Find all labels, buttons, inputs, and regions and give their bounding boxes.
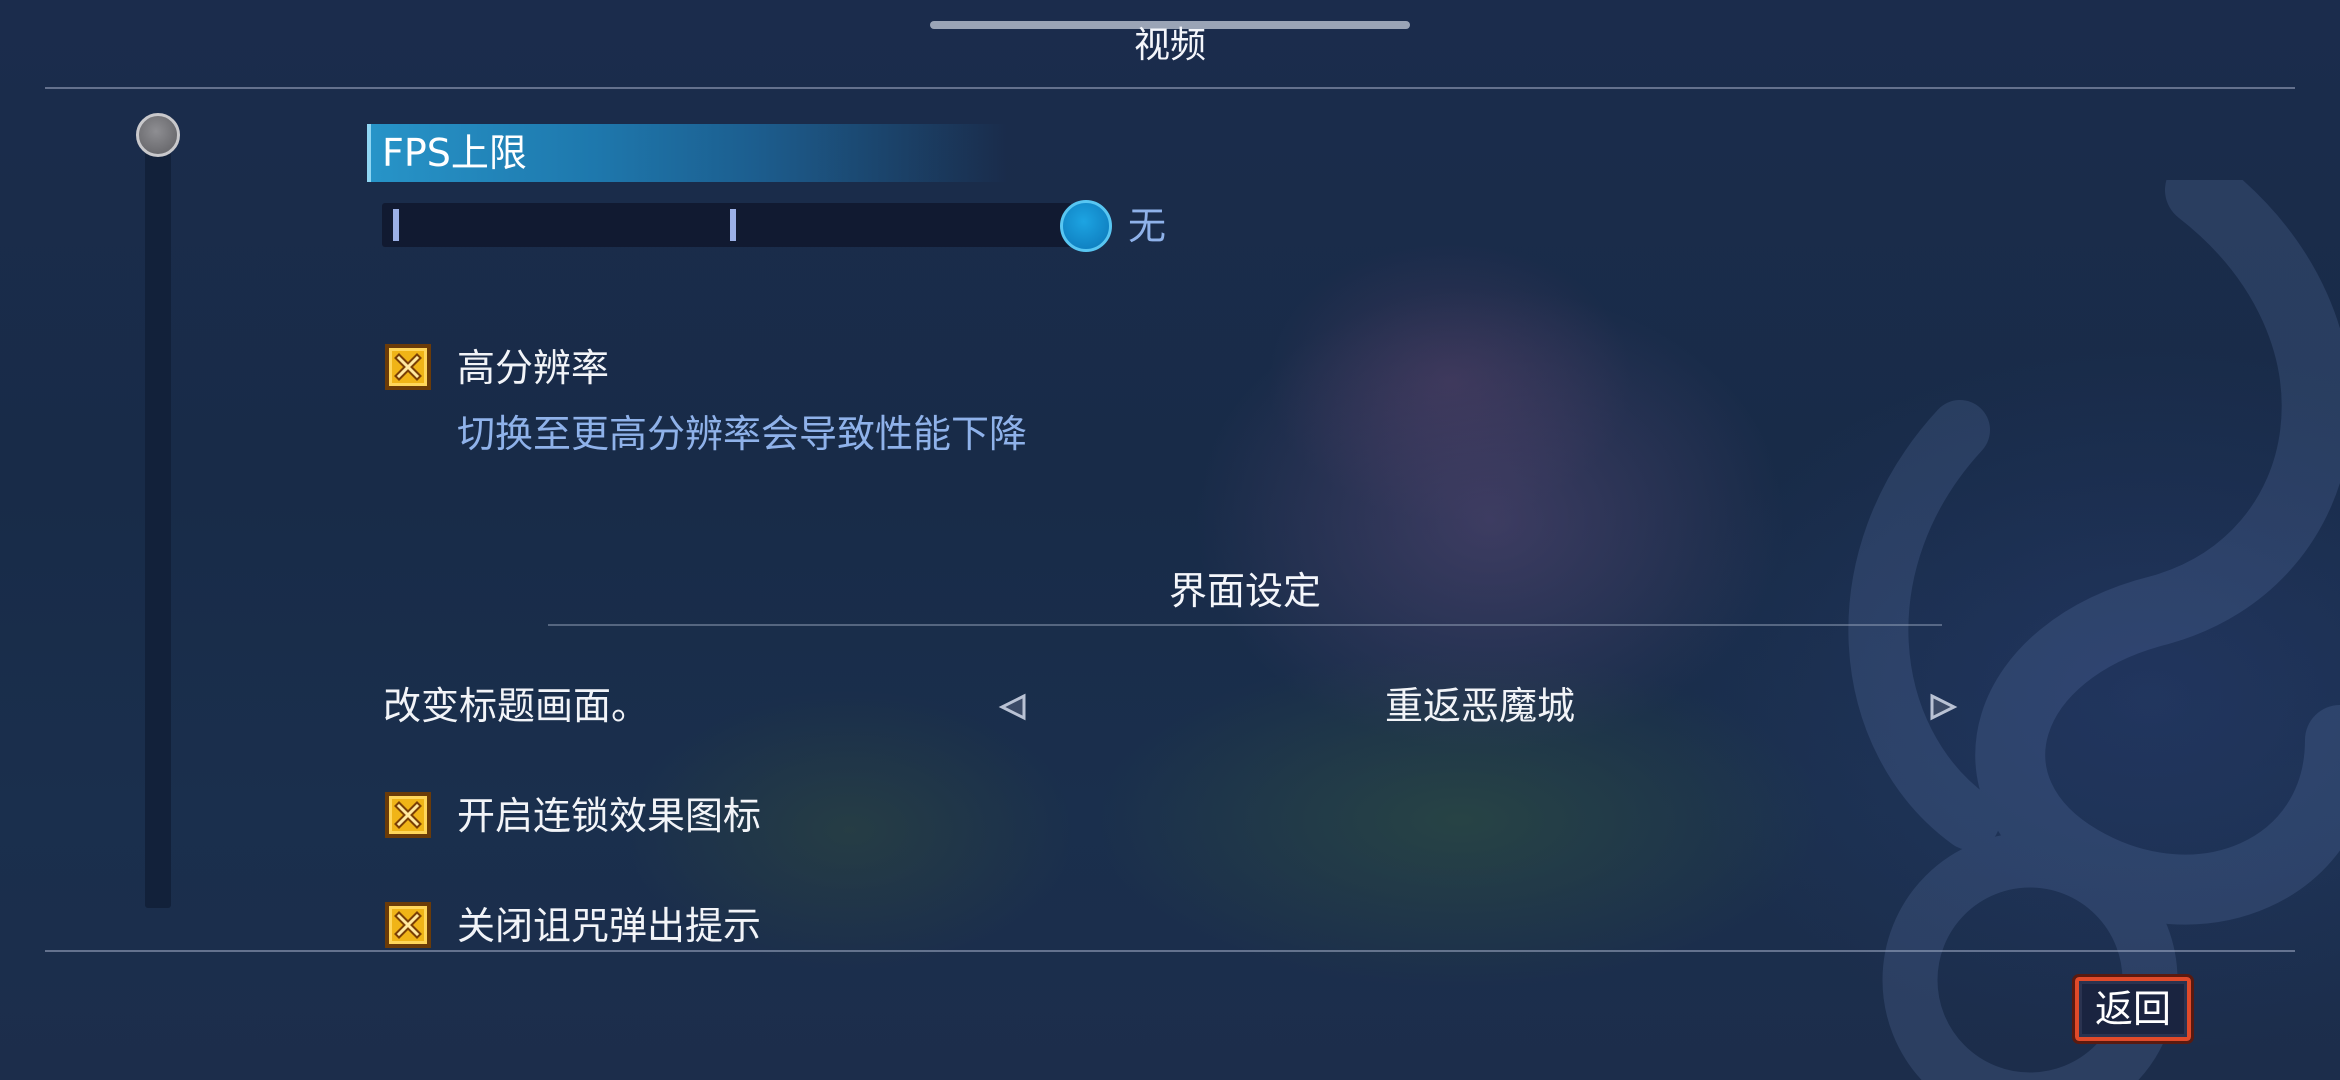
- header-divider: [45, 87, 2295, 89]
- background-swirl-decoration: [1848, 180, 2340, 1080]
- synergy-icons-label: 开启连锁效果图标: [457, 794, 762, 838]
- fps-limit-value: 无: [1128, 204, 1167, 248]
- high-resolution-label: 高分辨率: [457, 346, 610, 390]
- section-divider: [548, 624, 1942, 626]
- slider-tick-mark: [730, 209, 736, 241]
- curse-popup-label: 关闭诅咒弹出提示: [457, 904, 762, 948]
- fps-limit-slider-knob[interactable]: [1060, 200, 1112, 252]
- high-resolution-checkbox[interactable]: [385, 344, 431, 390]
- title-screen-label: 改变标题画面。: [383, 684, 650, 728]
- scrollbar-thumb[interactable]: [136, 113, 180, 157]
- page-title: 视频: [1133, 25, 1206, 66]
- fps-limit-slider[interactable]: [382, 203, 1072, 247]
- back-button[interactable]: 返回: [2072, 974, 2194, 1044]
- slider-tick-mark: [393, 209, 399, 241]
- title-screen-value: 重返恶魔城: [1384, 684, 1575, 728]
- video-settings-screen: 视频 FPS上限 无 高分辨率 切换至更高分辨率会导致性能下降 界面设定 改变标…: [0, 0, 2340, 1080]
- check-x-icon: [394, 801, 422, 829]
- triangle-right-icon[interactable]: [1928, 692, 1958, 722]
- triangle-left-icon[interactable]: [998, 692, 1028, 722]
- fps-limit-label: FPS上限: [382, 131, 527, 175]
- check-x-icon: [394, 911, 422, 939]
- high-resolution-note: 切换至更高分辨率会导致性能下降: [457, 412, 1028, 456]
- check-x-icon: [394, 353, 422, 381]
- footer-divider: [45, 950, 2295, 952]
- scrollbar-track[interactable]: [145, 130, 171, 908]
- interface-section-title: 界面设定: [1168, 569, 1321, 613]
- curse-popup-checkbox[interactable]: [385, 902, 431, 948]
- synergy-icons-checkbox[interactable]: [385, 792, 431, 838]
